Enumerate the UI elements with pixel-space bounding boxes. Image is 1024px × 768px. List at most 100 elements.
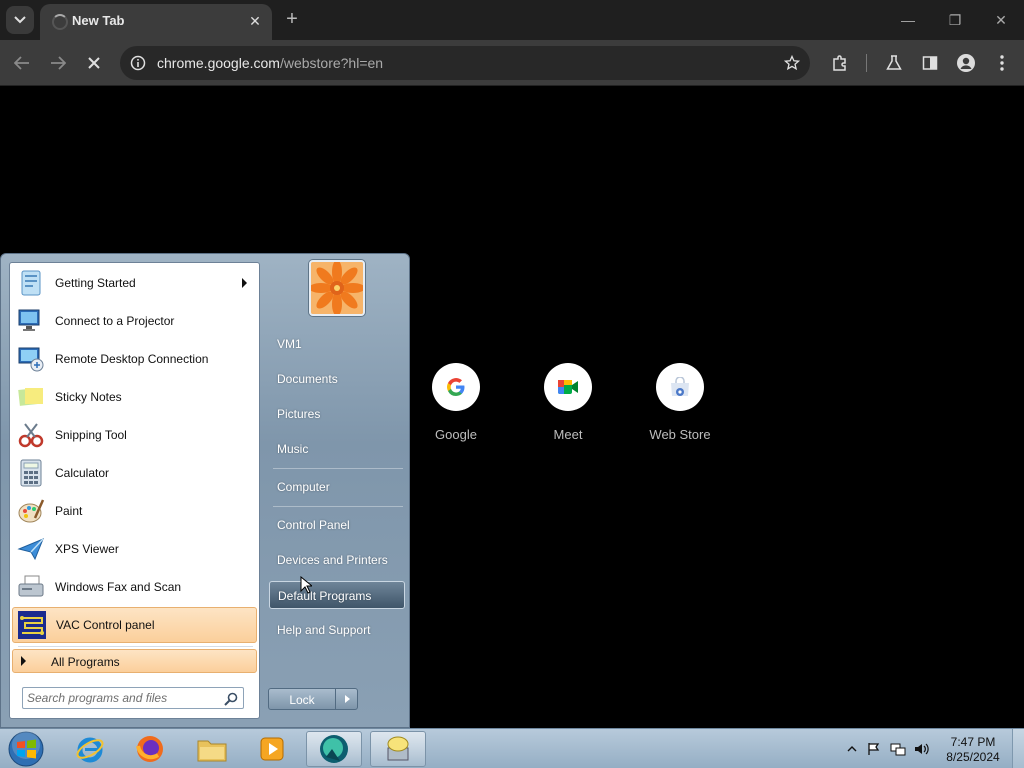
chevron-down-icon (14, 16, 26, 24)
taskbar-active-app[interactable] (306, 731, 362, 767)
toolbar-divider (866, 54, 867, 72)
tab-search-button[interactable] (6, 6, 34, 34)
stop-icon[interactable] (82, 51, 106, 75)
search-input[interactable] (27, 690, 217, 706)
clock-time: 7:47 PM (950, 735, 996, 749)
lock-button[interactable]: Lock (268, 688, 358, 710)
user-picture[interactable] (309, 260, 365, 316)
program-paint[interactable]: Paint (12, 493, 257, 529)
tab-strip: New Tab ✕ + — ❐ ✕ (0, 0, 1024, 40)
lock-label: Lock (289, 693, 315, 707)
address-bar[interactable]: chrome.google.com/webstore?hl=en (120, 46, 810, 80)
taskbar: 7:47 PM 8/25/2024 (0, 728, 1024, 768)
program-label: VAC Control panel (56, 618, 155, 632)
program-label: Snipping Tool (55, 428, 127, 442)
shortcut-google[interactable]: Google (406, 363, 506, 442)
system-clock[interactable]: 7:47 PM 8/25/2024 (940, 735, 1006, 765)
start-link-documents[interactable]: Documents (269, 365, 405, 393)
program-connect-projector[interactable]: Connect to a Projector (12, 303, 257, 339)
back-icon[interactable] (10, 51, 34, 75)
lock-split-divider (335, 689, 336, 709)
program-xps-viewer[interactable]: XPS Viewer (12, 531, 257, 567)
paint-icon (14, 495, 48, 527)
sticky-notes-icon (14, 381, 48, 413)
profile-icon[interactable] (954, 51, 978, 75)
labs-icon[interactable] (882, 51, 906, 75)
program-calculator[interactable]: Calculator (12, 455, 257, 491)
shortcut-meet[interactable]: Meet (518, 363, 618, 442)
action-center-flag-icon[interactable] (866, 741, 882, 757)
minimize-icon[interactable]: — (897, 10, 919, 30)
program-label: Paint (55, 504, 83, 518)
app-active-icon (320, 735, 348, 763)
star-icon[interactable] (782, 53, 802, 73)
site-info-icon[interactable] (128, 53, 148, 73)
taskbar-internet-explorer[interactable] (62, 731, 118, 767)
start-link-user[interactable]: VM1 (269, 330, 405, 358)
start-link-default-programs[interactable]: Default Programs (269, 581, 405, 609)
start-button[interactable] (6, 730, 46, 768)
taskbar-media-player[interactable] (244, 731, 300, 767)
program-vac-control-panel[interactable]: VAC Control panel (12, 607, 257, 643)
url-path: /webstore?hl=en (279, 55, 384, 71)
firefox-icon (136, 736, 163, 762)
close-icon[interactable]: ✕ (246, 12, 264, 30)
program-windows-fax-scan[interactable]: Windows Fax and Scan (12, 569, 257, 605)
loading-spinner-icon (52, 14, 68, 30)
taskbar-network-app[interactable] (370, 731, 426, 767)
start-link-help-support[interactable]: Help and Support (269, 616, 405, 644)
shortcut-web-store[interactable]: Web Store (630, 363, 730, 442)
restore-icon[interactable]: ❐ (944, 10, 966, 30)
start-link-music[interactable]: Music (269, 435, 405, 463)
clock-date: 8/25/2024 (946, 750, 1000, 764)
right-pane-divider (273, 468, 403, 469)
windows-logo-icon (8, 731, 44, 767)
programs-pane: Getting Started Connect to a Projector R… (9, 262, 260, 719)
xps-viewer-icon (14, 533, 48, 565)
flower-avatar-icon (311, 262, 363, 314)
shortcut-label: Google (435, 427, 477, 442)
meet-icon (544, 363, 592, 411)
mouse-cursor-icon (300, 576, 312, 594)
start-link-devices-printers[interactable]: Devices and Printers (269, 546, 405, 574)
power-options-arrow-icon[interactable] (345, 695, 350, 703)
vac-icon (15, 609, 49, 641)
submenu-arrow-icon (242, 278, 247, 288)
search-icon[interactable] (223, 691, 239, 707)
program-remote-desktop[interactable]: Remote Desktop Connection (12, 341, 257, 377)
all-programs-button[interactable]: All Programs (12, 649, 257, 673)
taskbar-firefox[interactable] (122, 731, 178, 767)
browser-toolbar: chrome.google.com/webstore?hl=en (0, 40, 1024, 86)
start-link-computer[interactable]: Computer (269, 473, 405, 501)
new-tab-icon[interactable]: + (282, 9, 302, 30)
menu-icon[interactable] (990, 51, 1014, 75)
projector-icon (14, 305, 48, 337)
window-close-icon[interactable]: ✕ (990, 10, 1012, 30)
program-snipping-tool[interactable]: Snipping Tool (12, 417, 257, 453)
side-panel-icon[interactable] (918, 51, 942, 75)
start-link-pictures[interactable]: Pictures (269, 400, 405, 428)
snipping-tool-icon (14, 419, 48, 451)
show-desktop-button[interactable] (1012, 729, 1024, 768)
volume-icon[interactable] (914, 741, 930, 757)
start-link-control-panel[interactable]: Control Panel (269, 511, 405, 539)
program-sticky-notes[interactable]: Sticky Notes (12, 379, 257, 415)
right-pane-divider (273, 506, 403, 507)
google-icon (432, 363, 480, 411)
program-label: Sticky Notes (55, 390, 122, 404)
program-label: Remote Desktop Connection (55, 352, 209, 366)
program-label: Connect to a Projector (55, 314, 175, 328)
program-getting-started[interactable]: Getting Started (12, 265, 257, 301)
start-search-box[interactable] (22, 687, 244, 709)
url-text: chrome.google.com/webstore?hl=en (157, 55, 383, 71)
taskbar-file-explorer[interactable] (184, 731, 240, 767)
media-player-icon (260, 737, 284, 761)
extensions-icon[interactable] (828, 51, 852, 75)
url-host: chrome.google.com (157, 55, 280, 71)
network-icon[interactable] (890, 741, 906, 757)
programs-divider (18, 646, 253, 647)
tab-new-tab[interactable]: New Tab ✕ (40, 4, 272, 40)
forward-icon[interactable] (46, 51, 70, 75)
show-hidden-icons[interactable] (844, 741, 860, 757)
program-label: Getting Started (55, 276, 136, 290)
